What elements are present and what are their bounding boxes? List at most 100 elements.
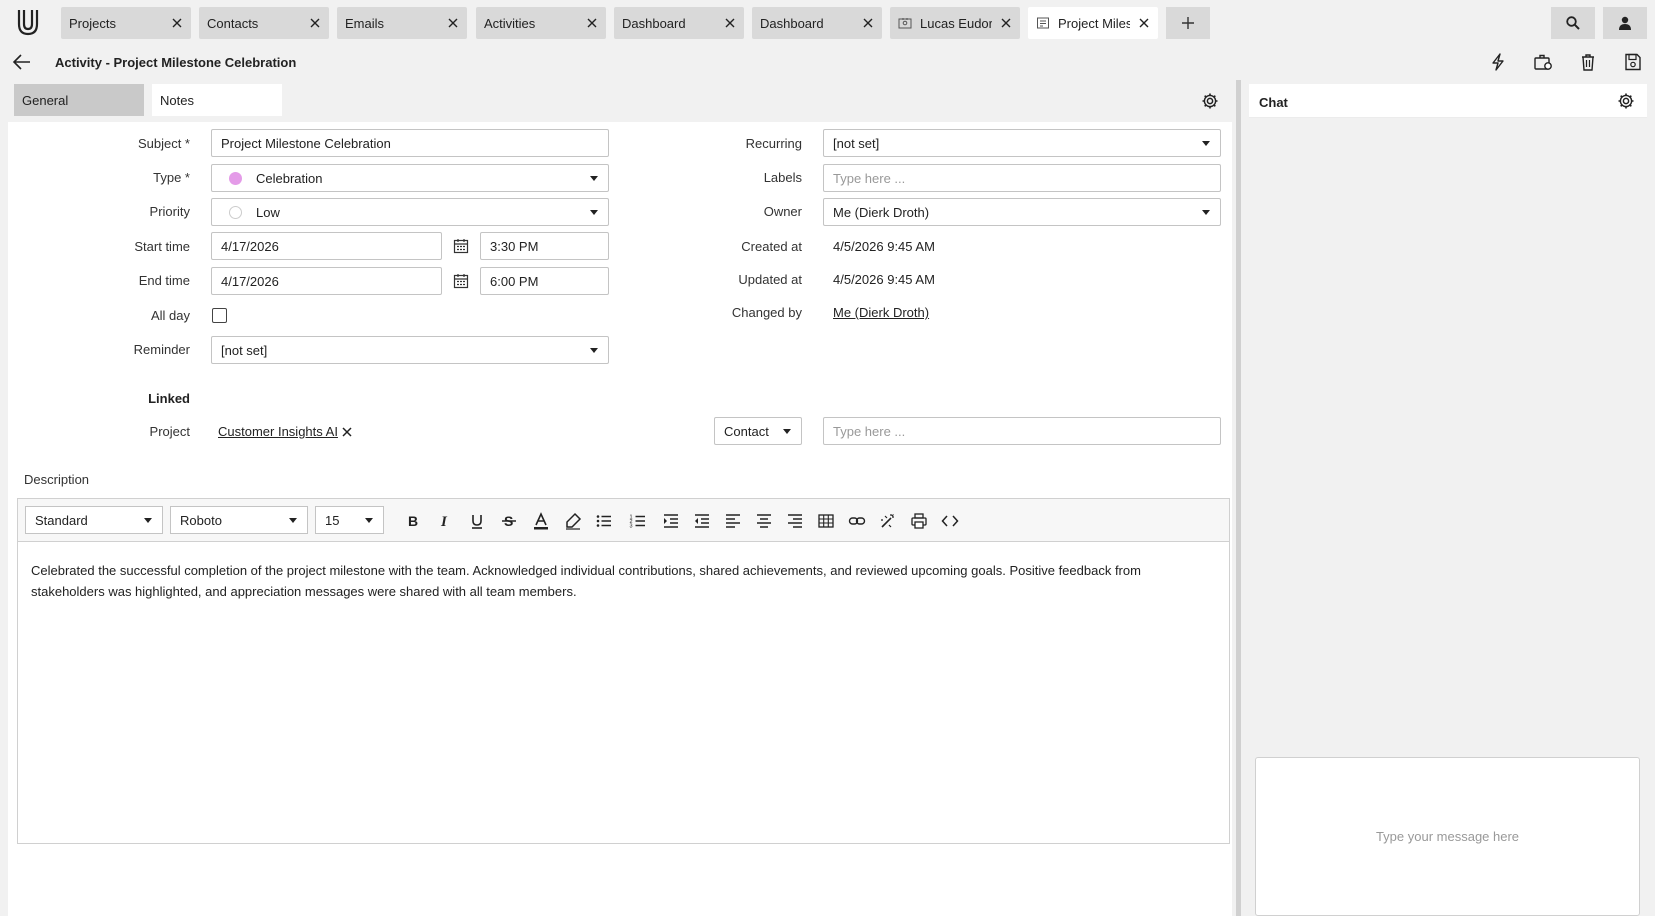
close-icon[interactable] (854, 7, 882, 39)
tab-label: Dashboard (760, 15, 824, 31)
created-at-label: Created at (741, 239, 802, 254)
type-select[interactable]: Celebration (211, 164, 609, 192)
contact-type-value: Contact (724, 423, 769, 439)
chat-message-input[interactable]: Type your message here (1255, 757, 1640, 916)
highlight-icon[interactable] (564, 512, 582, 530)
tab-emails[interactable]: Emails (337, 7, 467, 39)
bullet-list-icon[interactable] (595, 512, 613, 530)
search-button[interactable] (1551, 7, 1595, 39)
briefcase-settings-icon[interactable] (1533, 53, 1553, 71)
font-color-icon[interactable] (532, 512, 550, 530)
tab-contact-lucas[interactable]: Lucas Eudora… (890, 7, 1020, 39)
table-icon[interactable] (817, 512, 835, 530)
italic-icon[interactable]: I (435, 512, 453, 530)
reminder-select[interactable]: [not set] (211, 336, 609, 364)
subject-input[interactable]: Project Milestone Celebration (211, 129, 609, 157)
chevron-down-icon (1202, 210, 1210, 215)
priority-select[interactable]: Low (211, 198, 609, 226)
tab-dashboard-2[interactable]: Dashboard (752, 7, 882, 39)
tab-projects[interactable]: Projects (61, 7, 191, 39)
type-color-dot (229, 171, 242, 185)
indent-icon[interactable] (662, 512, 680, 530)
panel-splitter[interactable] (1236, 80, 1241, 916)
trash-icon[interactable] (1578, 53, 1598, 71)
save-icon[interactable] (1623, 53, 1643, 71)
start-time-label: Start time (134, 239, 190, 254)
activity-form-panel: General Notes Subject * Project Mileston… (8, 80, 1232, 916)
outdent-icon[interactable] (693, 512, 711, 530)
chevron-down-icon (289, 518, 297, 523)
tab-general[interactable]: General (14, 84, 144, 116)
labels-input[interactable]: Type here ... (823, 164, 1221, 192)
chat-settings-gear-icon[interactable] (1617, 92, 1635, 110)
owner-select[interactable]: Me (Dierk Droth) (823, 198, 1221, 226)
owner-value: Me (Dierk Droth) (833, 204, 930, 220)
reminder-label: Reminder (133, 342, 190, 357)
numbered-list-icon[interactable]: 123 (629, 512, 647, 530)
close-icon[interactable] (301, 7, 329, 39)
close-icon[interactable] (716, 7, 744, 39)
user-icon (1619, 16, 1631, 30)
description-editor[interactable]: Celebrated the successful completion of … (17, 541, 1230, 844)
font-size-select[interactable]: 15 (315, 506, 384, 534)
subject-label: Subject * (137, 136, 190, 151)
calendar-icon[interactable] (453, 238, 469, 254)
changed-by-link[interactable]: Me (Dierk Droth) (833, 305, 929, 320)
tab-label: Dashboard (622, 15, 686, 31)
tab-notes[interactable]: Notes (152, 84, 282, 116)
align-right-icon[interactable] (786, 512, 804, 530)
all-day-checkbox[interactable] (212, 308, 227, 323)
source-code-icon[interactable] (941, 512, 959, 530)
reminder-value: [not set] (221, 342, 268, 358)
end-time-input[interactable]: 6:00 PM (480, 267, 609, 295)
labels-label: Labels (763, 170, 802, 185)
bold-icon[interactable]: B (403, 512, 421, 530)
project-link[interactable]: Customer Insights AI (218, 424, 338, 439)
close-icon[interactable] (578, 7, 606, 39)
close-icon[interactable] (1130, 7, 1158, 39)
add-tab-button[interactable] (1166, 7, 1210, 39)
tab-label: Emails (345, 15, 385, 31)
tab-activities[interactable]: Activities (476, 7, 606, 39)
lightning-icon[interactable] (1488, 53, 1508, 71)
tab-label: Project Milest… (1058, 15, 1130, 31)
close-icon[interactable] (439, 7, 467, 39)
font-family-select[interactable]: Roboto (170, 506, 308, 534)
align-center-icon[interactable] (755, 512, 773, 530)
close-icon[interactable] (992, 7, 1020, 39)
link-icon[interactable] (848, 512, 866, 530)
start-date-input[interactable]: 4/17/2026 (211, 232, 442, 260)
tab-bar: Projects Contacts Emails Activities Dash… (0, 0, 1655, 44)
chat-header: Chat (1249, 84, 1647, 118)
contact-search-input[interactable]: Type here ... (823, 417, 1221, 445)
recurring-value: [not set] (833, 135, 880, 151)
recurring-select[interactable]: [not set] (823, 129, 1221, 157)
paragraph-style-select[interactable]: Standard (25, 506, 163, 534)
calendar-icon[interactable] (453, 273, 469, 289)
underline-icon[interactable] (468, 512, 486, 530)
tab-label: Activities (484, 15, 536, 31)
tab-project-milestone[interactable]: Project Milest… (1028, 7, 1158, 39)
plus-icon (1182, 17, 1194, 29)
back-arrow-icon[interactable] (12, 53, 32, 71)
print-icon[interactable] (910, 512, 928, 530)
close-icon[interactable] (163, 7, 191, 39)
user-button[interactable] (1603, 7, 1647, 39)
align-left-icon[interactable] (724, 512, 742, 530)
app-logo[interactable] (16, 8, 40, 36)
settings-gear-icon[interactable] (1201, 92, 1219, 110)
tab-dashboard-1[interactable]: Dashboard (614, 7, 744, 39)
page-header: Activity - Project Milestone Celebration (0, 44, 1655, 80)
contact-card-icon (898, 18, 912, 29)
start-time-input[interactable]: 3:30 PM (480, 232, 609, 260)
updated-at-value: 4/5/2026 9:45 AM (833, 272, 935, 287)
remove-project-icon[interactable] (342, 427, 352, 437)
page-title: Activity - Project Milestone Celebration (55, 55, 297, 70)
tab-contacts[interactable]: Contacts (199, 7, 329, 39)
clear-formatting-icon[interactable] (879, 512, 897, 530)
contact-type-select[interactable]: Contact (714, 417, 802, 445)
chevron-down-icon (144, 518, 152, 523)
type-value: Celebration (256, 170, 323, 186)
strikethrough-icon[interactable]: S (500, 512, 518, 530)
end-date-input[interactable]: 4/17/2026 (211, 267, 442, 295)
